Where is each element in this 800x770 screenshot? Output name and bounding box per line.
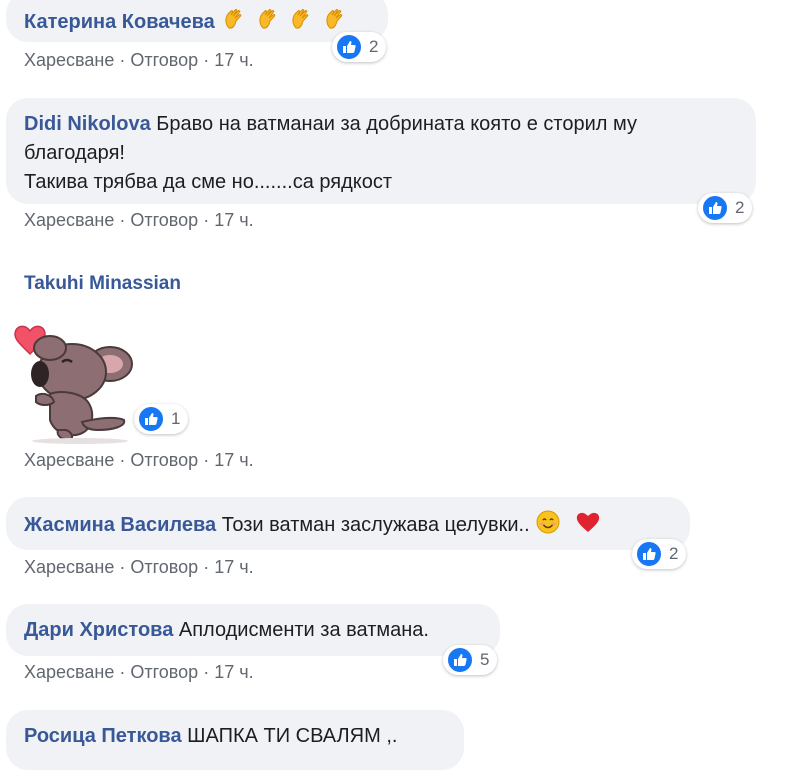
reaction-number: 2 [735, 198, 745, 217]
timestamp[interactable]: 17 ч. [214, 210, 253, 230]
comment-author[interactable]: Жасмина Василева [24, 514, 216, 536]
clapping-hands-icon [287, 9, 321, 33]
like-link[interactable]: Харесване [24, 557, 114, 577]
separator: · [203, 210, 210, 230]
separator: · [203, 557, 210, 577]
reply-link[interactable]: Отговор [130, 662, 198, 682]
reply-link[interactable]: Отговор [130, 210, 198, 230]
reaction-number: 2 [369, 37, 379, 56]
reaction-number: 2 [669, 544, 679, 563]
comment-author[interactable]: Didi Nikolova [24, 113, 151, 135]
separator: · [203, 662, 210, 682]
like-icon [701, 194, 729, 222]
like-icon [446, 646, 474, 674]
timestamp[interactable]: 17 ч. [214, 662, 253, 682]
comment-text-line-1: Браво на ватманаи за добрината която е с… [156, 113, 637, 135]
separator: · [203, 450, 210, 470]
comment-actions: Харесване · Отговор · 17 ч. [24, 662, 254, 683]
smiling-face-icon [535, 510, 567, 536]
like-link[interactable]: Харесване [24, 210, 114, 230]
comment-bubble: Дари Христова Аплодисменти за ватмана. [6, 604, 500, 656]
separator: · [119, 557, 126, 577]
separator: · [119, 50, 126, 70]
reply-link[interactable]: Отговор [130, 557, 198, 577]
comment-text-line-3: Такива трябва да сме но.......са рядкост [24, 171, 393, 193]
like-icon [137, 405, 165, 433]
comment-actions: Харесване · Отговор · 17 ч. [24, 450, 254, 471]
comment-bubble: Росица Петкова ШАПКА ТИ СВАЛЯМ ,. [6, 710, 464, 770]
clapping-hands-icon [321, 9, 349, 33]
reply-link[interactable]: Отговор [130, 450, 198, 470]
comment-bubble: Жасмина Василева Този ватман заслужава ц… [6, 497, 690, 550]
like-link[interactable]: Харесване [24, 662, 114, 682]
comment-text: Този ватман заслужава целувки.. [221, 514, 530, 536]
comment-text-line-2: благодаря! [24, 142, 125, 164]
reaction-count[interactable]: 2 [332, 32, 387, 62]
timestamp[interactable]: 17 ч. [214, 50, 253, 70]
timestamp[interactable]: 17 ч. [214, 450, 253, 470]
comment-bubble: Катерина Ковачева [6, 0, 388, 42]
reaction-count[interactable]: 2 [698, 193, 753, 223]
comment-text: Аплодисменти за ватмана. [178, 619, 429, 641]
like-link[interactable]: Харесване [24, 450, 114, 470]
like-icon [635, 540, 663, 568]
like-link[interactable]: Харесване [24, 50, 114, 70]
reaction-number: 1 [171, 409, 181, 428]
comment-bubble: Didi Nikolova Браво на ватманаи за добри… [6, 98, 756, 204]
comment-author[interactable]: Takuhi Minassian [24, 273, 181, 295]
comment-author[interactable]: Росица Петкова [24, 725, 182, 747]
comment-actions: Харесване · Отговор · 17 ч. [24, 50, 254, 71]
comment-actions: Харесване · Отговор · 17 ч. [24, 557, 254, 578]
comment-author[interactable]: Дари Христова [24, 619, 173, 641]
reaction-count[interactable]: 5 [443, 645, 498, 675]
red-heart-icon [575, 512, 601, 536]
comment-author[interactable]: Катерина Ковачева [24, 11, 215, 33]
reaction-count[interactable]: 1 [134, 404, 189, 434]
separator: · [119, 210, 126, 230]
separator: · [119, 662, 126, 682]
like-icon [335, 33, 363, 61]
reaction-count[interactable]: 2 [632, 539, 687, 569]
reaction-number: 5 [480, 650, 490, 669]
separator: · [119, 450, 126, 470]
reply-link[interactable]: Отговор [130, 50, 198, 70]
koala-sticker [14, 325, 133, 444]
clapping-hands-icon [254, 9, 288, 33]
comment-text: ШАПКА ТИ СВАЛЯМ ,. [187, 725, 398, 747]
clapping-hands-icon [220, 9, 254, 33]
timestamp[interactable]: 17 ч. [214, 557, 253, 577]
comment-actions: Харесване · Отговор · 17 ч. [24, 210, 254, 231]
separator: · [203, 50, 210, 70]
